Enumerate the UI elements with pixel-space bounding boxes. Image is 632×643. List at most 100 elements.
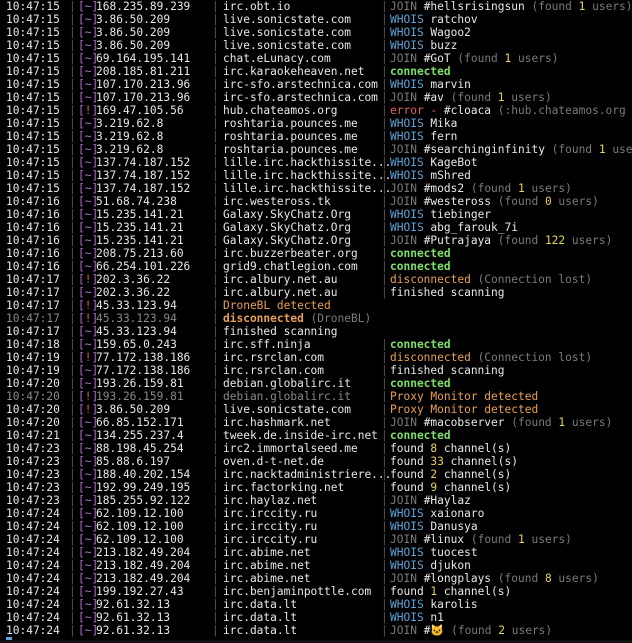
message-part: JOIN — [390, 416, 424, 429]
separator: | — [381, 546, 388, 559]
timestamp: 10:47:17 — [6, 325, 60, 338]
message-part: (found — [531, 0, 579, 13]
message-part: (Connection lost) — [477, 351, 593, 364]
status-symbol-char: ! — [84, 273, 92, 286]
timestamp: 10:47:16 — [6, 208, 60, 221]
message-part: users) — [565, 234, 613, 247]
server-text: hub.chateamos.org — [223, 104, 338, 117]
status-symbol-char: ~ — [84, 559, 92, 572]
server-text: irc.abime.net — [223, 572, 311, 585]
message-part: WHOIS — [390, 78, 431, 91]
message: JOIN #mods2 (found 1 users) — [390, 182, 572, 195]
status-symbol-char: ~ — [84, 221, 92, 234]
message: WHOIS karolis — [390, 598, 478, 611]
separator: | — [381, 13, 388, 26]
separator: | — [381, 481, 388, 494]
message: connected — [390, 338, 451, 351]
status-symbol-char: ~ — [84, 286, 92, 299]
timestamp: 10:47:15 — [6, 143, 60, 156]
separator: | — [381, 104, 388, 117]
message: connected — [390, 260, 451, 273]
ip-address: 3.86.50.209 — [96, 13, 171, 26]
ip-address: 3.219.62.8 — [96, 117, 164, 130]
message-part: WHOIS — [390, 156, 431, 169]
message-part: connected — [390, 65, 451, 78]
ip-address: 15.235.141.21 — [96, 208, 184, 221]
log-row: 10:47:15 | [~] 69.164.195.141 | chat.eLunacy.… — [0, 52, 632, 65]
separator: | — [381, 390, 388, 403]
message: JOIN #Haylaz — [390, 494, 471, 507]
server-host: irc.irccity.ru — [223, 533, 317, 546]
separator: | — [69, 260, 76, 273]
message: WHOIS mShred — [390, 169, 471, 182]
message-part: buzz — [430, 39, 458, 52]
ip-address: 137.74.187.152 — [96, 169, 191, 182]
separator: | — [69, 78, 76, 91]
status-symbol-char: ~ — [84, 546, 92, 559]
separator: | — [381, 195, 388, 208]
message-part: users) — [504, 91, 552, 104]
log-row: 10:47:15 | [!] 169.47.105.56 | hub.chateamos.… — [0, 104, 632, 117]
separator: | — [212, 26, 219, 39]
ip-address: 3.86.50.209 — [96, 403, 171, 416]
separator: | — [212, 299, 219, 312]
message-part: Proxy Monitor detected — [390, 403, 539, 416]
status-symbol-char: ~ — [84, 507, 92, 520]
timestamp: 10:47:15 — [6, 39, 60, 52]
status-symbol-char: ~ — [84, 65, 92, 78]
server-text: lille.irc.hackthissite... — [223, 182, 392, 195]
message-part: 1 — [518, 182, 525, 195]
separator: | — [212, 91, 219, 104]
status-symbol-char: ~ — [84, 260, 92, 273]
status-symbol-char: ~ — [84, 429, 92, 442]
ip-address: 208.75.213.60 — [96, 247, 184, 260]
status-symbol-char: ! — [84, 299, 92, 312]
status-symbol-char: ~ — [84, 247, 92, 260]
server-host: irc.rsrclan.com — [223, 351, 324, 364]
message: JOIN #macobserver (found 1 users) — [390, 416, 612, 429]
timestamp: 10:47:15 — [6, 78, 60, 91]
separator: | — [381, 247, 388, 260]
message-part: #GoT — [423, 52, 458, 65]
message-part: found — [390, 585, 431, 598]
separator: | — [381, 364, 388, 377]
server-text: roshtaria.pounces.me — [223, 130, 358, 143]
separator: | — [381, 130, 388, 143]
server-text: finished scanning — [223, 325, 338, 338]
ip-address: 192.99.249.195 — [96, 481, 191, 494]
message: WHOIS Wagoo2 — [390, 26, 471, 39]
log-row: 10:47:24 | [~] 62.109.12.100 | irc.irccity.ru… — [0, 533, 632, 546]
message: disconnected (Connection lost) — [390, 351, 592, 364]
message-part: #cloaca — [443, 104, 498, 117]
timestamp: 10:47:17 — [6, 299, 60, 312]
log-row: 10:47:16 | [~] 15.235.141.21 | Galaxy.SkyChat… — [0, 221, 632, 234]
message-part: 2 — [498, 624, 505, 637]
timestamp: 10:47:15 — [6, 0, 60, 13]
message: WHOIS Danusya — [390, 520, 478, 533]
message-part: (found — [497, 572, 545, 585]
status-symbol-char: ~ — [84, 325, 92, 338]
separator: | — [381, 429, 388, 442]
separator: | — [69, 247, 76, 260]
status-symbol-char: ~ — [84, 0, 92, 13]
message-part: WHOIS — [390, 208, 431, 221]
server-host: irc.abime.net — [223, 546, 311, 559]
message-part: WHOIS — [390, 546, 431, 559]
message-part: WHOIS — [390, 598, 431, 611]
server-text: irc.karaokeheaven.net — [223, 65, 365, 78]
separator: | — [69, 533, 76, 546]
message-part: tiebinger — [430, 208, 492, 221]
separator: | — [212, 286, 219, 299]
message-part: users) — [565, 416, 613, 429]
status-symbol-char: ~ — [84, 13, 92, 26]
separator: | — [212, 117, 219, 130]
log-row: 10:47:15 | [~] 107.170.213.96 | irc-sfo.arste… — [0, 78, 632, 91]
separator: | — [381, 143, 388, 156]
timestamp: 10:47:23 — [6, 468, 60, 481]
log-row: 10:47:23 | [~] 88.198.45.254 | irc2.immortals… — [0, 442, 632, 455]
server-host: lille.irc.hackthissite... — [223, 182, 391, 195]
separator: | — [69, 559, 76, 572]
message-part: JOIN — [390, 624, 424, 637]
status-symbol-char: ~ — [84, 169, 92, 182]
separator: | — [212, 169, 219, 182]
